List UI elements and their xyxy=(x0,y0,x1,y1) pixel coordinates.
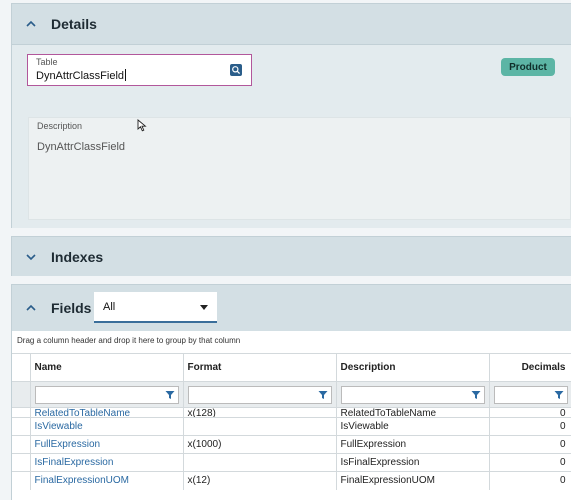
column-header-format[interactable]: Format xyxy=(183,353,337,382)
cell-format: x(128) xyxy=(183,407,337,418)
indexes-title: Indexes xyxy=(51,249,104,265)
chevron-up-icon[interactable] xyxy=(23,300,39,316)
fields-panel: Fields All Drag a column header and drop… xyxy=(11,284,571,500)
left-edge xyxy=(0,0,11,500)
table-row[interactable]: IsFinalExpression IsFinalExpression 0 xyxy=(12,453,571,472)
row-indicator xyxy=(12,471,31,490)
table-row[interactable]: FinalExpressionUOM x(12) FinalExpression… xyxy=(12,471,571,490)
cell-format: x(1000) xyxy=(183,435,337,454)
filter-input-decimals[interactable] xyxy=(495,387,551,403)
cell-description: FinalExpressionUOM xyxy=(336,471,490,490)
filter-cell-format xyxy=(183,381,337,408)
description-field[interactable]: Description DynAttrClassField xyxy=(28,117,571,220)
cell-decimals: 0 xyxy=(489,453,571,472)
table-label: Table xyxy=(36,57,58,67)
filter-icon[interactable] xyxy=(551,387,567,403)
table-row[interactable]: IsViewable IsViewable 0 xyxy=(12,417,571,436)
cell-description: FullExpression xyxy=(336,435,490,454)
cell-format xyxy=(183,417,337,436)
cell-decimals: 0 xyxy=(489,471,571,490)
details-title: Details xyxy=(51,16,97,32)
grid-filter-row xyxy=(12,381,571,408)
row-indicator-header xyxy=(12,353,31,382)
filter-cell-description xyxy=(336,381,490,408)
text-caret xyxy=(125,69,127,81)
filter-cell-decimals xyxy=(489,381,571,408)
row-indicator xyxy=(12,417,31,436)
row-indicator xyxy=(12,407,31,418)
row-indicator-filter xyxy=(12,381,31,408)
grid-header-row: Name Format Description Decimals xyxy=(12,353,571,382)
product-button[interactable]: Product xyxy=(501,58,555,76)
filter-icon[interactable] xyxy=(468,387,484,403)
indexes-panel: Indexes xyxy=(11,236,571,276)
chevron-up-icon[interactable] xyxy=(23,16,39,32)
caret-down-icon xyxy=(200,305,208,310)
table-row[interactable]: FullExpression x(1000) FullExpression 0 xyxy=(12,435,571,454)
chevron-down-icon[interactable] xyxy=(23,249,39,265)
filter-input-name[interactable] xyxy=(36,387,162,403)
details-panel: Details Table DynAttrClassField Product … xyxy=(11,3,571,228)
filter-input-description[interactable] xyxy=(342,387,468,403)
table-input[interactable]: DynAttrClassField xyxy=(36,69,127,82)
table-row[interactable]: RelatedToTableName x(128) RelatedToTable… xyxy=(12,407,571,418)
mouse-cursor-icon xyxy=(137,119,147,132)
description-label: Description xyxy=(37,121,83,131)
description-value: DynAttrClassField xyxy=(37,141,126,153)
cell-name[interactable]: IsFinalExpression xyxy=(30,453,184,472)
fields-filter-value: All xyxy=(103,301,116,313)
cell-description: IsFinalExpression xyxy=(336,453,490,472)
fields-header[interactable]: Fields All xyxy=(12,285,571,331)
filter-icon[interactable] xyxy=(162,387,178,403)
fields-grid: Name Format Description Decimals Related… xyxy=(12,353,571,490)
filter-input-format[interactable] xyxy=(189,387,315,403)
row-indicator xyxy=(12,453,31,472)
table-field[interactable]: Table DynAttrClassField xyxy=(27,54,252,86)
search-icon[interactable] xyxy=(230,64,242,76)
row-indicator xyxy=(12,435,31,454)
cell-name[interactable]: IsViewable xyxy=(30,417,184,436)
cell-name[interactable]: FullExpression xyxy=(30,435,184,454)
cell-decimals: 0 xyxy=(489,435,571,454)
filter-icon[interactable] xyxy=(315,387,331,403)
cell-description: IsViewable xyxy=(336,417,490,436)
fields-grid-area: Drag a column header and drop it here to… xyxy=(12,331,571,500)
cell-decimals: 0 xyxy=(489,407,571,418)
cell-name[interactable]: FinalExpressionUOM xyxy=(30,471,184,490)
cell-description: RelatedToTableName xyxy=(336,407,490,418)
details-body: Table DynAttrClassField Product Descript… xyxy=(12,44,571,228)
group-by-hint: Drag a column header and drop it here to… xyxy=(17,336,241,345)
fields-filter-dropdown[interactable]: All xyxy=(94,292,217,323)
table-value: DynAttrClassField xyxy=(36,70,125,82)
details-header[interactable]: Details xyxy=(12,4,571,44)
column-header-name[interactable]: Name xyxy=(30,353,184,382)
column-header-decimals[interactable]: Decimals xyxy=(489,353,571,382)
cell-format: x(12) xyxy=(183,471,337,490)
cell-name[interactable]: RelatedToTableName xyxy=(30,407,184,418)
filter-cell-name xyxy=(30,381,184,408)
indexes-header[interactable]: Indexes xyxy=(12,237,571,277)
cell-decimals: 0 xyxy=(489,417,571,436)
column-header-description[interactable]: Description xyxy=(336,353,490,382)
fields-title: Fields xyxy=(51,300,92,316)
cell-format xyxy=(183,453,337,472)
